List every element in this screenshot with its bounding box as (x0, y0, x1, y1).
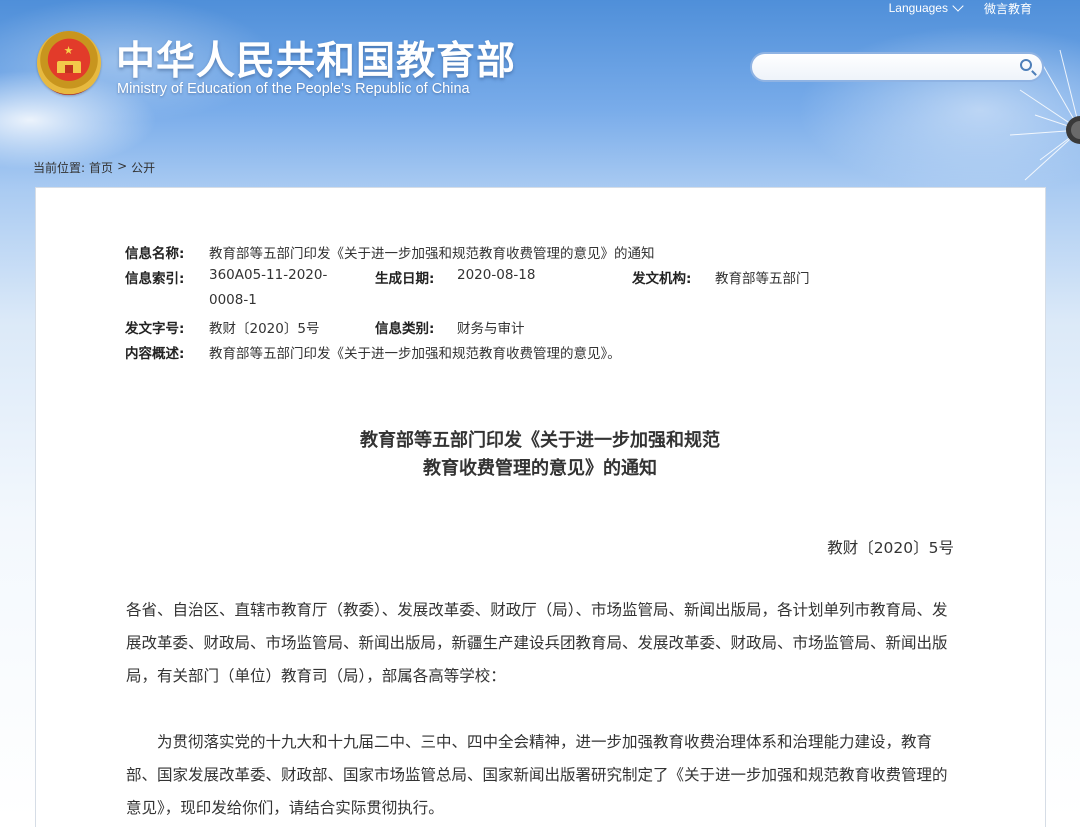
breadcrumb-home-link[interactable]: 首页 (89, 159, 113, 176)
info-name-value: 教育部等五部门印发《关于进一步加强和规范教育收费管理的意见》的通知 (209, 246, 655, 262)
site-title[interactable]: 中华人民共和国教育部 (116, 30, 516, 86)
body-paragraph: 为贯彻落实党的十九大和十九届二中、三中、四中全会精神，进一步加强教育收费治理体系… (126, 733, 948, 817)
languages-label: Languages (888, 1, 948, 15)
category-value: 财务与审计 (457, 321, 525, 337)
stars-icon: ★ (63, 44, 75, 57)
national-emblem-logo[interactable]: ★ (37, 31, 101, 95)
breadcrumb-prefix: 当前位置: (33, 161, 86, 175)
docno-value: 教财〔2020〕5号 (209, 321, 320, 337)
chevron-down-icon (952, 0, 964, 12)
summary-value: 教育部等五部门印发《关于进一步加强和规范教育收费管理的意见》。 (209, 346, 621, 362)
index-value-line2: 0008-1 (209, 292, 257, 308)
issuer-value: 教育部等五部门 (715, 271, 810, 287)
site-subtitle: Ministry of Education of the People's Re… (117, 81, 470, 97)
top-links: Languages 微言教育 (889, 0, 1032, 16)
weibo-link[interactable]: 微言教育 (984, 0, 1032, 17)
date-label: 生成日期: (375, 271, 435, 287)
issuer-label: 发文机构: (632, 271, 692, 287)
document-number: 教财〔2020〕5号 (827, 539, 954, 557)
document-title-line1: 教育部等五部门印发《关于进一步加强和规范 (360, 430, 720, 451)
date-value: 2020-08-18 (457, 267, 536, 283)
breadcrumb-separator: > (117, 159, 128, 173)
tiananmen-icon (57, 61, 81, 73)
recipients-paragraph: 各省、自治区、直辖市教育厅（教委）、发展改革委、财政厅（局）、市场监管局、新闻出… (126, 601, 948, 685)
docno-label: 发文字号: (125, 321, 185, 337)
languages-menu[interactable]: Languages (888, 0, 964, 15)
category-label: 信息类别: (375, 321, 435, 337)
document-title-line2: 教育收费管理的意见》的通知 (423, 458, 657, 479)
search-icon[interactable] (1020, 59, 1032, 71)
summary-label: 内容概述: (125, 346, 185, 362)
index-label: 信息索引: (125, 271, 185, 287)
search-box (750, 52, 1044, 82)
info-name-label: 信息名称: (125, 246, 185, 262)
search-input[interactable] (764, 54, 1018, 82)
breadcrumb-current[interactable]: 公开 (131, 159, 155, 176)
index-value-line1: 360A05-11-2020- (209, 267, 328, 283)
breadcrumb: 当前位置: 首页 > 公开 (33, 159, 155, 176)
